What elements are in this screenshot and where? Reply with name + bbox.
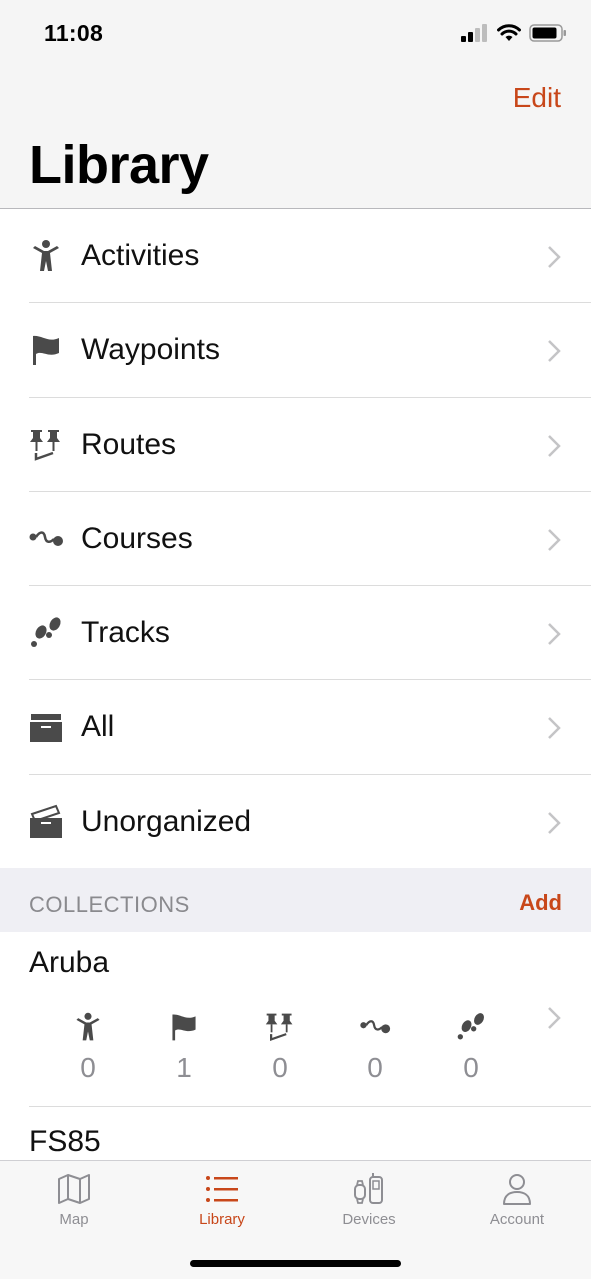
footprints-icon — [31, 617, 61, 648]
menu-item-label: Waypoints — [81, 333, 220, 367]
status-bar: 11:08 — [0, 0, 591, 70]
person-outline-icon — [503, 1174, 531, 1205]
menu-item-routes[interactable]: Routes — [0, 398, 591, 492]
tab-label: Library — [199, 1211, 245, 1228]
collection-stats: 0 1 0 0 0 — [0, 1007, 591, 1087]
flag-icon — [33, 336, 59, 366]
edit-button[interactable]: Edit — [513, 82, 561, 114]
tab-label: Account — [489, 1211, 545, 1228]
stat-waypoints: 1 — [154, 1011, 214, 1084]
list-icon — [206, 1176, 238, 1202]
collection-row[interactable]: Aruba 0 1 0 0 0 — [0, 932, 591, 1107]
stat-routes: 0 — [250, 1011, 310, 1084]
pushpins-icon — [30, 429, 60, 461]
collection-name: Aruba — [29, 946, 110, 979]
stat-count: 0 — [80, 1052, 96, 1083]
tab-account[interactable]: Account — [457, 1171, 577, 1228]
tab-map[interactable]: Map — [14, 1171, 134, 1228]
menu-item-label: Activities — [81, 239, 200, 272]
archive-box-icon — [30, 714, 62, 743]
add-collection-button[interactable]: Add — [519, 890, 562, 916]
stat-activities: 0 — [58, 1011, 118, 1084]
status-icons — [461, 24, 567, 42]
tab-label: Devices — [342, 1211, 396, 1228]
battery-icon — [529, 24, 566, 42]
signal-icon — [461, 24, 487, 42]
library-menu: Activities Waypoints Routes Courses Trac… — [0, 209, 591, 869]
map-icon — [58, 1174, 90, 1204]
section-title: COLLECTIONS — [29, 892, 190, 917]
status-time: 11:08 — [44, 20, 104, 46]
footprints-icon — [457, 1013, 484, 1040]
menu-item-label: Courses — [81, 521, 193, 555]
tab-devices[interactable]: Devices — [309, 1171, 429, 1228]
chevron-right-icon — [548, 717, 561, 740]
home-indicator[interactable] — [190, 1260, 401, 1267]
stat-count: 1 — [176, 1052, 192, 1083]
menu-item-tracks[interactable]: Tracks — [0, 586, 591, 681]
menu-item-courses[interactable]: Courses — [0, 492, 591, 587]
stat-count: 0 — [463, 1052, 479, 1083]
stat-courses: 0 — [345, 1011, 405, 1084]
open-box-icon — [30, 804, 62, 838]
stat-count: 0 — [367, 1052, 383, 1083]
menu-item-label: All — [81, 710, 115, 744]
menu-item-label: Routes — [81, 427, 177, 461]
chevron-right-icon — [548, 529, 561, 551]
menu-item-activities[interactable]: Activities — [0, 209, 591, 304]
chevron-right-icon — [548, 340, 561, 363]
nav-header: Edit Library — [0, 70, 591, 209]
chevron-right-icon — [548, 623, 561, 646]
person-icon — [76, 1012, 100, 1041]
collection-row[interactable]: FS85 — [0, 1107, 591, 1160]
chevron-right-icon — [548, 811, 561, 834]
collections-header: COLLECTIONS Add — [0, 868, 591, 932]
chevron-right-icon — [548, 246, 561, 268]
flag-icon — [172, 1014, 196, 1041]
tab-library[interactable]: Library — [162, 1171, 282, 1228]
stat-count: 0 — [272, 1052, 288, 1083]
tab-label: Map — [59, 1211, 89, 1228]
course-icon — [29, 531, 63, 546]
menu-item-label: Tracks — [81, 616, 170, 650]
menu-item-all[interactable]: All — [0, 680, 591, 775]
menu-item-label: Unorganized — [81, 804, 252, 838]
stat-tracks: 0 — [441, 1011, 501, 1084]
menu-item-unorganized[interactable]: Unorganized — [0, 775, 591, 869]
collection-name: FS85 — [29, 1125, 101, 1158]
person-icon — [33, 240, 59, 271]
wifi-icon — [497, 24, 521, 41]
menu-item-waypoints[interactable]: Waypoints — [0, 303, 591, 398]
page-title: Library — [29, 135, 209, 195]
pushpins-icon — [265, 1013, 293, 1042]
course-icon — [360, 1020, 391, 1034]
chevron-right-icon — [548, 434, 561, 457]
devices-icon — [354, 1173, 383, 1204]
